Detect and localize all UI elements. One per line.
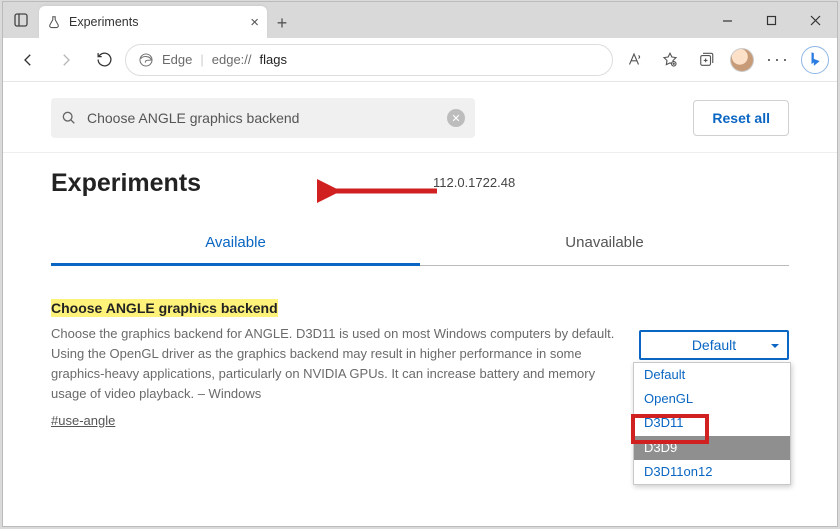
flag-item: Choose ANGLE graphics backend Choose the… (51, 300, 789, 428)
tab-available[interactable]: Available (51, 224, 420, 266)
more-menu-icon[interactable]: ··· (761, 43, 795, 77)
clear-search-icon[interactable]: ✕ (447, 109, 465, 127)
window-maximize-button[interactable] (749, 2, 793, 38)
flask-icon (47, 15, 61, 29)
browser-tab[interactable]: Experiments × (39, 6, 267, 38)
tab-title: Experiments (69, 15, 138, 29)
flag-option-d3d11[interactable]: D3D11 (634, 411, 790, 435)
search-input-value: Choose ANGLE graphics backend (87, 110, 299, 126)
flag-description: Choose the graphics backend for ANGLE. D… (51, 324, 619, 405)
flags-tabs: Available Unavailable (51, 224, 789, 266)
flag-option-opengl[interactable]: OpenGL (634, 387, 790, 411)
flag-option-d3d9[interactable]: D3D9 (634, 436, 790, 460)
url-separator: | (200, 52, 203, 67)
reset-all-button[interactable]: Reset all (693, 100, 789, 136)
flags-search-input[interactable]: Choose ANGLE graphics backend ✕ (51, 98, 475, 138)
forward-button[interactable] (49, 43, 83, 77)
url-brand-label: Edge (162, 52, 192, 67)
reset-all-label: Reset all (712, 110, 770, 126)
version-label: 112.0.1722.48 (433, 175, 515, 190)
back-button[interactable] (11, 43, 45, 77)
profile-avatar[interactable] (725, 43, 759, 77)
window-close-button[interactable] (793, 2, 837, 38)
url-prefix: edge:// (212, 52, 252, 67)
flag-option-d3d11on12[interactable]: D3D11on12 (634, 460, 790, 484)
flag-select-dropdown: Default OpenGL D3D11 D3D9 D3D11on12 (633, 362, 791, 485)
tab-close-icon[interactable]: × (250, 15, 259, 30)
search-icon (61, 110, 77, 126)
new-tab-button[interactable]: + (267, 8, 297, 38)
address-bar[interactable]: Edge | edge:// flags (125, 44, 613, 76)
favorites-icon[interactable] (653, 43, 687, 77)
titlebar: Experiments × + (3, 2, 837, 38)
bing-sidebar-icon[interactable] (801, 46, 829, 74)
flag-option-default[interactable]: Default (634, 363, 790, 387)
flag-select[interactable]: Default (639, 330, 789, 360)
browser-toolbar: Edge | edge:// flags ··· (3, 38, 837, 82)
tab-actions-button[interactable] (3, 2, 39, 38)
flag-title: Choose ANGLE graphics backend (51, 299, 278, 317)
tab-unavailable[interactable]: Unavailable (420, 224, 789, 265)
page-content: Choose ANGLE graphics backend ✕ Reset al… (3, 82, 837, 526)
collections-icon[interactable] (689, 43, 723, 77)
read-aloud-icon[interactable] (617, 43, 651, 77)
flag-select-value: Default (692, 337, 736, 353)
url-path: flags (260, 52, 287, 67)
window-minimize-button[interactable] (705, 2, 749, 38)
flag-id[interactable]: #use-angle (51, 413, 619, 428)
edge-icon (138, 52, 154, 68)
page-title: Experiments (51, 169, 789, 198)
reload-button[interactable] (87, 43, 121, 77)
